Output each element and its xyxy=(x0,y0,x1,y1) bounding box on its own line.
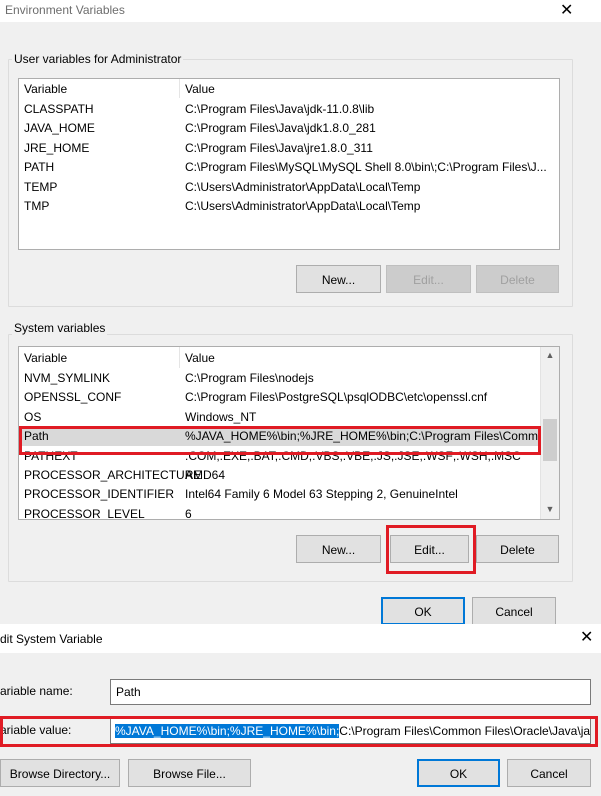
system-new-button[interactable]: New... xyxy=(296,535,381,563)
list-item[interactable]: PATH C:\Program Files\MySQL\MySQL Shell 8… xyxy=(19,158,547,177)
variable-name-cell: PATH xyxy=(24,160,55,175)
list-item[interactable]: PROCESSOR_ARCHITECTURE AMD64 xyxy=(19,466,539,485)
variable-name-cell: TEMP xyxy=(24,179,58,194)
user-edit-button[interactable]: Edit... xyxy=(386,265,471,293)
value-row-highlight xyxy=(0,716,598,747)
list-item[interactable]: OS Windows_NT xyxy=(19,408,539,427)
variable-name-value: Path xyxy=(116,685,141,699)
scrollbar-thumb[interactable] xyxy=(543,419,557,461)
column-divider[interactable] xyxy=(179,79,180,98)
column-header-variable[interactable]: Variable xyxy=(24,349,67,368)
variable-value-cell: Windows_NT xyxy=(185,409,257,424)
list-item[interactable]: CLASSPATH C:\Program Files\Java\jdk-11.0.… xyxy=(19,100,539,119)
browse-directory-button[interactable]: Browse Directory... xyxy=(0,759,120,787)
variable-name-cell: TMP xyxy=(24,199,50,213)
list-item[interactable]: TMP C:\Users\Administrator\AppData\Local\… xyxy=(19,197,539,216)
variable-value-cell: 6 xyxy=(185,506,192,520)
env-dialog-title: Environment Variables xyxy=(5,3,125,17)
edit-ok-button[interactable]: OK xyxy=(417,759,500,787)
variable-value-cell: C:\Program Files\Java\jre1.8.0_311 xyxy=(185,140,373,155)
close-icon[interactable]: ✕ xyxy=(580,630,593,646)
chevron-down-icon[interactable]: ▼ xyxy=(541,504,559,514)
list-item[interactable]: TEMP C:\Users\Administrator\AppData\Local… xyxy=(19,178,539,197)
variable-value-cell: C:\Program Files\Java\jdk1.8.0_281 xyxy=(185,121,376,136)
vertical-scrollbar[interactable]: ▲ ▼ xyxy=(540,347,559,519)
system-variables-label: System variables xyxy=(12,321,108,335)
variable-name-input[interactable]: Path xyxy=(110,679,591,705)
variable-name-cell: PROCESSOR_LEVEL xyxy=(24,506,145,520)
column-divider[interactable] xyxy=(179,347,180,368)
variable-name-cell: CLASSPATH xyxy=(24,102,94,116)
variable-value-cell: C:\Program Files\PostgreSQL\psqlODBC\etc… xyxy=(185,390,488,405)
list-item[interactable]: JAVA_HOME C:\Program Files\Java\jdk1.8.0_… xyxy=(19,119,539,138)
column-header-value[interactable]: Value xyxy=(185,349,215,368)
chevron-up-icon[interactable]: ▲ xyxy=(541,350,559,360)
list-item[interactable]: OPENSSL_CONF C:\Program Files\PostgreSQL\… xyxy=(19,388,539,407)
variable-name-cell: NVM_SYMLINK xyxy=(24,371,111,385)
variable-name-cell: OS xyxy=(24,409,42,424)
variable-value-cell: Intel64 Family 6 Model 63 Stepping 2, Ge… xyxy=(185,487,458,502)
variable-name-label: ariable name: xyxy=(0,684,73,698)
variable-value-cell: AMD64 xyxy=(185,468,226,482)
variable-name-cell: OPENSSL_CONF xyxy=(24,390,122,405)
variable-value-cell: C:\Program Files\MySQL\MySQL Shell 8.0\b… xyxy=(185,160,547,175)
close-icon[interactable]: ✕ xyxy=(560,3,573,19)
browse-file-button[interactable]: Browse File... xyxy=(128,759,251,787)
user-variables-list[interactable]: Variable Value CLASSPATH C:\Program Files… xyxy=(18,78,560,250)
variable-value-cell: C:\Program Files\Java\jdk-11.0.8\lib xyxy=(185,102,375,116)
list-item[interactable]: NVM_SYMLINK C:\Program Files\nodejs xyxy=(19,369,539,388)
env-ok-button[interactable]: OK xyxy=(381,597,465,625)
column-header-variable[interactable]: Variable xyxy=(24,80,67,99)
edit-cancel-button[interactable]: Cancel xyxy=(507,759,591,787)
env-cancel-button[interactable]: Cancel xyxy=(472,597,556,625)
variable-value-cell: C:\Users\Administrator\AppData\Local\Tem… xyxy=(185,179,421,194)
path-row-highlight xyxy=(19,426,541,455)
variable-name-cell: JAVA_HOME xyxy=(24,121,95,136)
variable-value-cell: C:\Program Files\nodejs xyxy=(185,371,314,385)
system-delete-button[interactable]: Delete xyxy=(476,535,559,563)
list-item[interactable]: PROCESSOR_IDENTIFIER Intel64 Family 6 Mod… xyxy=(19,485,539,504)
edit-button-highlight xyxy=(386,525,476,574)
variable-name-cell: PROCESSOR_ARCHITECTURE xyxy=(24,468,202,482)
variable-name-cell: PROCESSOR_IDENTIFIER xyxy=(24,487,175,502)
column-header-value[interactable]: Value xyxy=(185,80,215,99)
list-item[interactable]: PROCESSOR_LEVEL 6 xyxy=(19,505,539,520)
edit-dialog-title: dit System Variable xyxy=(0,632,103,646)
user-variables-label: User variables for Administrator xyxy=(12,52,184,66)
user-new-button[interactable]: New... xyxy=(296,265,381,293)
variable-name-cell: JRE_HOME xyxy=(24,140,90,155)
user-delete-button[interactable]: Delete xyxy=(476,265,559,293)
variable-value-cell: C:\Users\Administrator\AppData\Local\Tem… xyxy=(185,199,421,213)
list-item[interactable]: JRE_HOME C:\Program Files\Java\jre1.8.0_3… xyxy=(19,139,539,158)
